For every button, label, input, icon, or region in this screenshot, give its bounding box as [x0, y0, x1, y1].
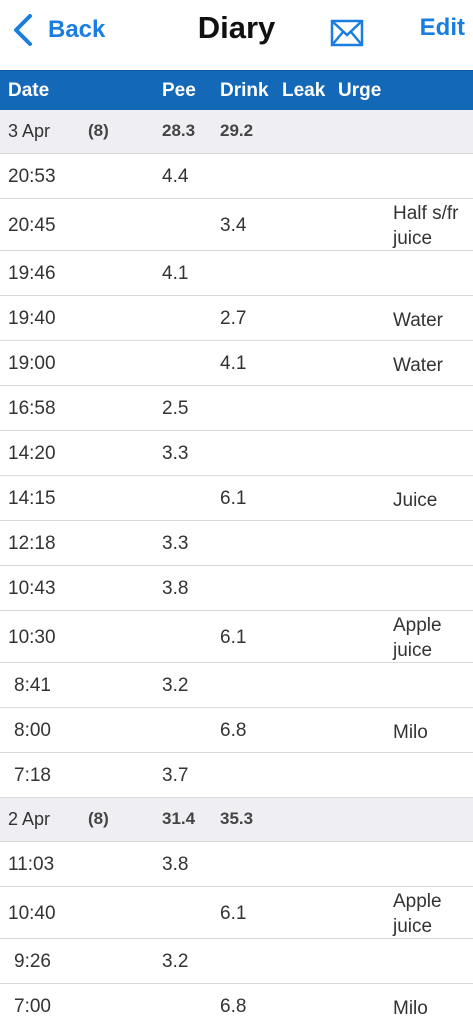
- diary-entry-row[interactable]: 7:00 6.8 Milo: [0, 984, 473, 1024]
- diary-entry-row[interactable]: 10:30 6.1 Apple juice: [0, 611, 473, 663]
- diary-entry-row[interactable]: 16:58 2.5: [0, 386, 473, 431]
- diary-entry-row[interactable]: 20:53 4.4: [0, 154, 473, 199]
- day-section-row[interactable]: 2 Apr (8) 31.4 35.3: [0, 798, 473, 842]
- entry-note: Apple juice: [393, 615, 442, 661]
- entry-drink: 4.1: [220, 353, 247, 374]
- column-leak[interactable]: Leak: [282, 80, 325, 102]
- diary-entry-row[interactable]: 7:18 3.7: [0, 753, 473, 798]
- day-section-row[interactable]: 3 Apr (8) 28.3 29.2: [0, 110, 473, 154]
- diary-entry-row[interactable]: 19:40 2.7 Water: [0, 296, 473, 341]
- column-date[interactable]: Date: [8, 80, 49, 102]
- section-pee-total: 28.3: [162, 121, 196, 140]
- diary-entry-row[interactable]: 10:43 3.8: [0, 566, 473, 611]
- entry-pee: 3.7: [162, 765, 189, 786]
- entry-pee: 3.3: [162, 533, 189, 554]
- envelope-icon: [330, 19, 364, 47]
- entry-pee: 3.2: [162, 951, 189, 972]
- entry-time: 7:00: [14, 996, 51, 1017]
- entry-pee: 2.5: [162, 398, 189, 419]
- entry-time: 19:00: [8, 353, 56, 374]
- entry-drink: 2.7: [220, 308, 247, 329]
- diary-entry-row[interactable]: 20:45 3.4 Half s/fr juice: [0, 199, 473, 251]
- section-drink-total: 29.2: [220, 121, 254, 140]
- diary-entry-row[interactable]: 11:03 3.8: [0, 842, 473, 887]
- section-count: (8): [88, 121, 109, 140]
- column-drink[interactable]: Drink: [220, 80, 269, 102]
- entry-pee: 3.8: [162, 854, 189, 875]
- back-label: Back: [48, 16, 106, 43]
- entry-time: 8:41: [14, 675, 51, 696]
- diary-entry-row[interactable]: 10:40 6.1 Apple juice: [0, 887, 473, 939]
- entry-note: Milo: [393, 998, 428, 1019]
- diary-entry-row[interactable]: 19:46 4.1: [0, 251, 473, 296]
- entry-pee: 3.8: [162, 578, 189, 599]
- diary-list: 3 Apr (8) 28.3 29.2 20:53 4.4 20:45 3.4 Half s/f…: [0, 110, 473, 1024]
- entry-drink: 6.8: [220, 996, 247, 1017]
- section-drink-total: 35.3: [220, 809, 254, 828]
- section-date: 2 Apr: [8, 809, 51, 829]
- diary-entry-row[interactable]: 14:15 6.1 Juice: [0, 476, 473, 521]
- chevron-left-icon: [14, 14, 32, 46]
- entry-note: Juice: [393, 490, 438, 511]
- entry-time: 7:18: [14, 765, 51, 786]
- diary-entry-row[interactable]: 8:00 6.8 Milo: [0, 708, 473, 753]
- entry-time: 11:03: [8, 854, 55, 875]
- entry-drink: 6.1: [220, 627, 247, 648]
- column-pee[interactable]: Pee: [162, 80, 196, 102]
- entry-time: 14:15: [8, 488, 56, 509]
- section-count: (8): [88, 809, 109, 828]
- entry-drink: 6.8: [220, 720, 247, 741]
- entry-time: 12:18: [8, 533, 56, 554]
- diary-entry-row[interactable]: 9:26 3.2: [0, 939, 473, 984]
- entry-time: 19:46: [8, 263, 56, 284]
- entry-note: Half s/fr juice: [393, 203, 459, 249]
- diary-entry-row[interactable]: 14:20 3.3: [0, 431, 473, 476]
- section-pee-total: 31.4: [162, 809, 196, 828]
- entry-time: 16:58: [8, 398, 56, 419]
- diary-entry-row[interactable]: 8:41 3.2: [0, 663, 473, 708]
- entry-time: 20:45: [8, 215, 56, 236]
- entry-time: 20:53: [8, 166, 56, 187]
- entry-pee: 4.1: [162, 263, 189, 284]
- entry-drink: 3.4: [220, 215, 247, 236]
- entry-note: Water: [393, 310, 443, 331]
- entry-time: 10:30: [8, 627, 56, 648]
- column-header: Date Pee Drink Leak Urge: [0, 70, 473, 110]
- entry-time: 9:26: [14, 951, 51, 972]
- diary-entry-row[interactable]: 19:00 4.1 Water: [0, 341, 473, 386]
- section-date: 3 Apr: [8, 121, 51, 141]
- entry-drink: 6.1: [220, 903, 247, 924]
- diary-entry-row[interactable]: 12:18 3.3: [0, 521, 473, 566]
- entry-note: Milo: [393, 722, 428, 743]
- entry-pee: 4.4: [162, 166, 189, 187]
- entry-note: Apple juice: [393, 891, 442, 937]
- navigation-bar: Back Diary Edit: [0, 0, 473, 70]
- entry-time: 10:40: [8, 903, 56, 924]
- entry-time: 8:00: [14, 720, 51, 741]
- entry-time: 10:43: [8, 578, 56, 599]
- edit-button[interactable]: Edit: [420, 14, 465, 42]
- entry-pee: 3.2: [162, 675, 189, 696]
- entry-note: Water: [393, 355, 443, 376]
- entry-time: 19:40: [8, 308, 56, 329]
- column-urge[interactable]: Urge: [338, 80, 381, 102]
- entry-drink: 6.1: [220, 488, 247, 509]
- mail-button[interactable]: [330, 18, 364, 48]
- back-button[interactable]: Back: [12, 12, 105, 48]
- entry-time: 14:20: [8, 443, 56, 464]
- entry-pee: 3.3: [162, 443, 189, 464]
